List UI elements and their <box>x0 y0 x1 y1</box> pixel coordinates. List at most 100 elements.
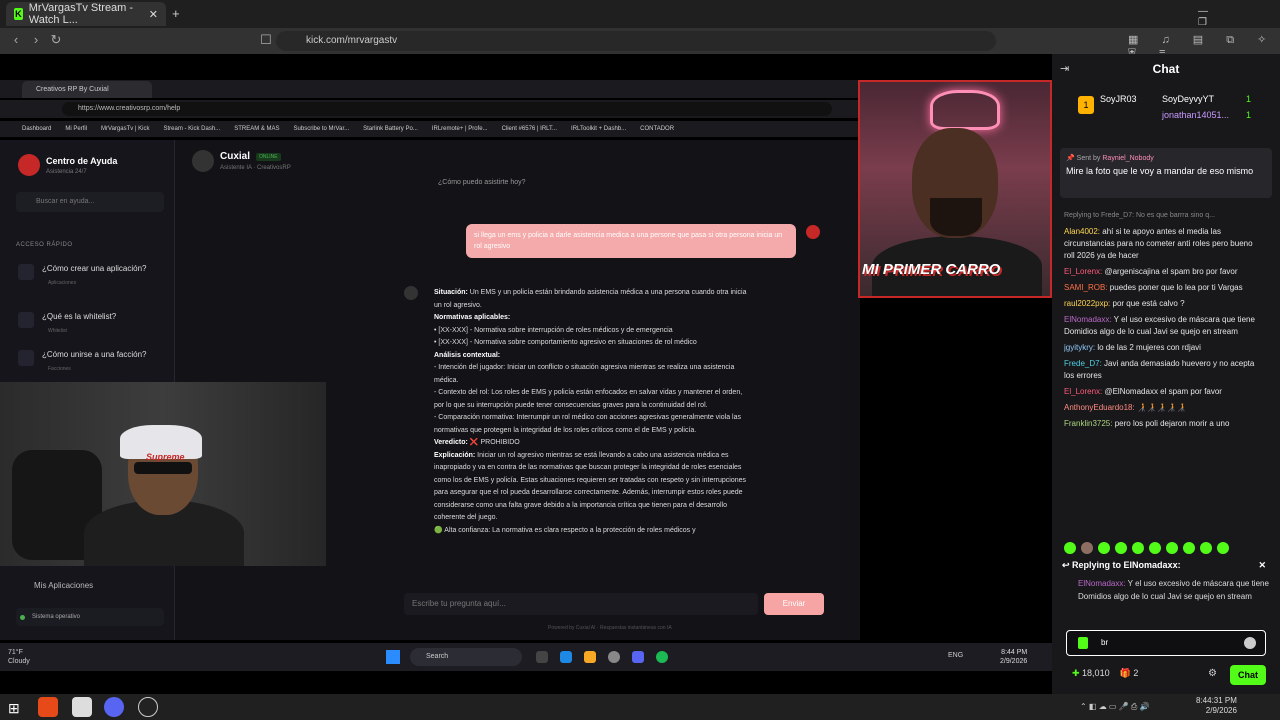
gifter-name[interactable]: SoyDeyvyYT <box>1162 94 1214 104</box>
close-reply-icon[interactable]: ✕ <box>1258 560 1266 571</box>
status-dot <box>20 615 25 620</box>
tab-title: MrVargasTv Stream - Watch L... <box>28 2 134 26</box>
chat-user[interactable]: raul2022pxp: <box>1064 299 1110 308</box>
chat-message: Franklin3725: pero los poli dejaron mori… <box>1064 419 1230 428</box>
help-title: Centro de Ayuda <box>46 156 118 166</box>
folder-icon <box>584 651 596 663</box>
bookmark-item: IRLToolkit + Dashb... <box>571 126 627 132</box>
chat-input[interactable]: br <box>1066 630 1266 656</box>
bookmark-item: Dashboard <box>22 126 52 132</box>
emote-icon[interactable] <box>1149 542 1161 554</box>
reload-icon[interactable]: ↻ <box>48 32 64 48</box>
pinned-text: Mire la foto que le voy a mandar de eso … <box>1066 166 1254 176</box>
start-icon[interactable]: ⊞ <box>8 700 24 716</box>
emote-picker-icon[interactable] <box>1244 637 1256 649</box>
bot-line: - Intención del jugador: Iniciar un conf… <box>434 364 735 384</box>
inner-url: https://www.creativosrp.com/help <box>62 102 832 116</box>
chat-user[interactable]: Alan4002: <box>1064 227 1100 236</box>
reply-panel: ↩ Replying to ElNomadaxx: ✕ ElNomadaxx: Y… <box>1062 560 1269 601</box>
discord-icon[interactable] <box>104 697 124 717</box>
emote-icon[interactable] <box>1115 542 1127 554</box>
spotify-icon <box>656 651 668 663</box>
assistant-name: Cuxial <box>220 151 251 162</box>
back-icon[interactable]: ‹ <box>8 32 24 48</box>
close-tab-icon[interactable]: ✕ <box>149 8 158 21</box>
chat-settings-icon[interactable]: ⚙ <box>1208 668 1217 679</box>
emote-quickbar[interactable] <box>1064 542 1270 556</box>
quick-item: ¿Cómo unirse a una facción? Facciones <box>18 350 168 372</box>
bot-line: Situación: Un EMS y un policía están bri… <box>434 289 747 309</box>
taskbar-search: Search <box>410 648 522 666</box>
channel-points[interactable]: ✚ 18,010 🎁 2 <box>1072 668 1138 679</box>
emote-icon[interactable] <box>1081 542 1093 554</box>
emote-icon[interactable] <box>1200 542 1212 554</box>
brave-icon[interactable] <box>38 697 58 717</box>
chat-message: El_Lorenx: @ElNomadaxx el spam por favor <box>1064 387 1222 396</box>
pinned-message[interactable]: 📌 Sent by Rayniel_Nobody Mire la foto qu… <box>1060 148 1272 198</box>
help-search-input: Buscar en ayuda... <box>16 192 164 212</box>
bot-line: • [XX-XXX] - Normativa sobre interrupció… <box>434 326 673 334</box>
points-icon: ✚ <box>1072 668 1083 678</box>
reply-user: ElNomadaxx: <box>1078 579 1126 588</box>
reply-icon: ↩ <box>1062 560 1073 570</box>
gift-count: 1 <box>1246 110 1252 120</box>
powered-by: Powered by Cuxial AI · Respuestas instan… <box>548 625 672 631</box>
chrome-icon <box>608 651 620 663</box>
bookmark-item: IRLremote+ | Profe... <box>431 126 488 132</box>
gifter-name[interactable]: jonathan14051... <box>1162 110 1229 120</box>
bot-line: Análisis contextual: <box>434 351 501 359</box>
browser-tab[interactable]: K MrVargasTv Stream - Watch L... ✕ <box>6 2 166 26</box>
user-message: si llega un ems y policia a darle asiste… <box>466 224 796 258</box>
guest-sunglasses <box>134 462 192 474</box>
gifter-name[interactable]: SoyJR03 <box>1100 94 1137 104</box>
chat-user[interactable]: El_Lorenx: <box>1064 267 1102 276</box>
bot-line: • [XX-XXX] - Normativa sobre comportamie… <box>434 339 697 346</box>
bookmark-item: Stream - Kick Dash... <box>163 126 221 132</box>
bot-line: - Contexto del rol: Los roles de EMS y p… <box>434 389 743 409</box>
chat-message: ElNomadaxx: Y el uso excesivo de máscara… <box>1064 315 1255 336</box>
discord-icon <box>632 651 644 663</box>
chat-message: AnthonyEduardo18: 🧑‍🦯🧑‍🦯🧑‍🦯🧑‍🦯🧑‍🦯 <box>1064 403 1187 412</box>
new-tab-button[interactable]: + <box>172 6 180 21</box>
chat-message: Frede_D7: Javi anda demasiado huevero y … <box>1064 359 1255 380</box>
emote-icon[interactable] <box>1183 542 1195 554</box>
group-icon <box>18 350 34 366</box>
forward-icon[interactable]: › <box>28 32 44 48</box>
bot-line: Veredicto: ❌ PROHIBIDO <box>434 439 520 446</box>
windows-start-icon <box>386 650 400 664</box>
chat-user[interactable]: SAMI_ROB: <box>1064 283 1108 292</box>
chat-send-button[interactable]: Chat <box>1230 665 1266 685</box>
pin-icon: 📌 <box>1066 155 1077 162</box>
chat-user[interactable]: El_Lorenx: <box>1064 387 1102 396</box>
bookmark-item: Mi Perfil <box>65 126 88 132</box>
bookmark-item: Client #6576 | IRLT... <box>501 126 558 132</box>
chat-input-icon <box>1078 637 1088 649</box>
os-clock[interactable]: 8:44:31 PM 2/9/2026 <box>1196 696 1237 716</box>
files-icon[interactable] <box>72 697 92 717</box>
bookmark-icon[interactable]: ☐ <box>258 32 274 48</box>
bot-avatar <box>404 286 418 300</box>
inner-clock: 8:44 PM 2/9/2026 <box>1000 649 1028 665</box>
chat-user[interactable]: jgyitykry: <box>1064 343 1095 352</box>
kick-favicon-icon: K <box>14 8 23 20</box>
chat-user[interactable]: ElNomadaxx: <box>1064 315 1112 324</box>
obs-icon[interactable] <box>138 697 158 717</box>
emote-icon[interactable] <box>1217 542 1229 554</box>
chat-message: SAMI_ROB: puedes poner que lo lea por ti… <box>1064 283 1243 292</box>
url-field[interactable]: kick.com/mrvargastv <box>276 31 996 51</box>
chat-user[interactable]: Frede_D7: <box>1064 359 1102 368</box>
emote-icon[interactable] <box>1132 542 1144 554</box>
ask-input: Escribe tu pregunta aquí... <box>404 593 758 615</box>
bookmark-item: Starlink Battery Po... <box>363 126 418 132</box>
assistant-avatar <box>192 150 214 172</box>
neon-sign <box>930 90 1000 130</box>
bot-line: - Comparación normativa: Interrumpir un … <box>434 414 741 434</box>
bot-line: Normativas aplicables: <box>434 314 511 321</box>
gift-count: 1 <box>1246 94 1252 104</box>
chat-user[interactable]: Franklin3725: <box>1064 419 1112 428</box>
system-tray[interactable]: ⌃ ◧ ☁ ▭ 🎤 ⎙ 🔊 <box>1080 702 1149 712</box>
emote-icon[interactable] <box>1166 542 1178 554</box>
emote-icon[interactable] <box>1098 542 1110 554</box>
chat-user[interactable]: AnthonyEduardo18: <box>1064 403 1135 412</box>
emote-icon[interactable] <box>1064 542 1076 554</box>
